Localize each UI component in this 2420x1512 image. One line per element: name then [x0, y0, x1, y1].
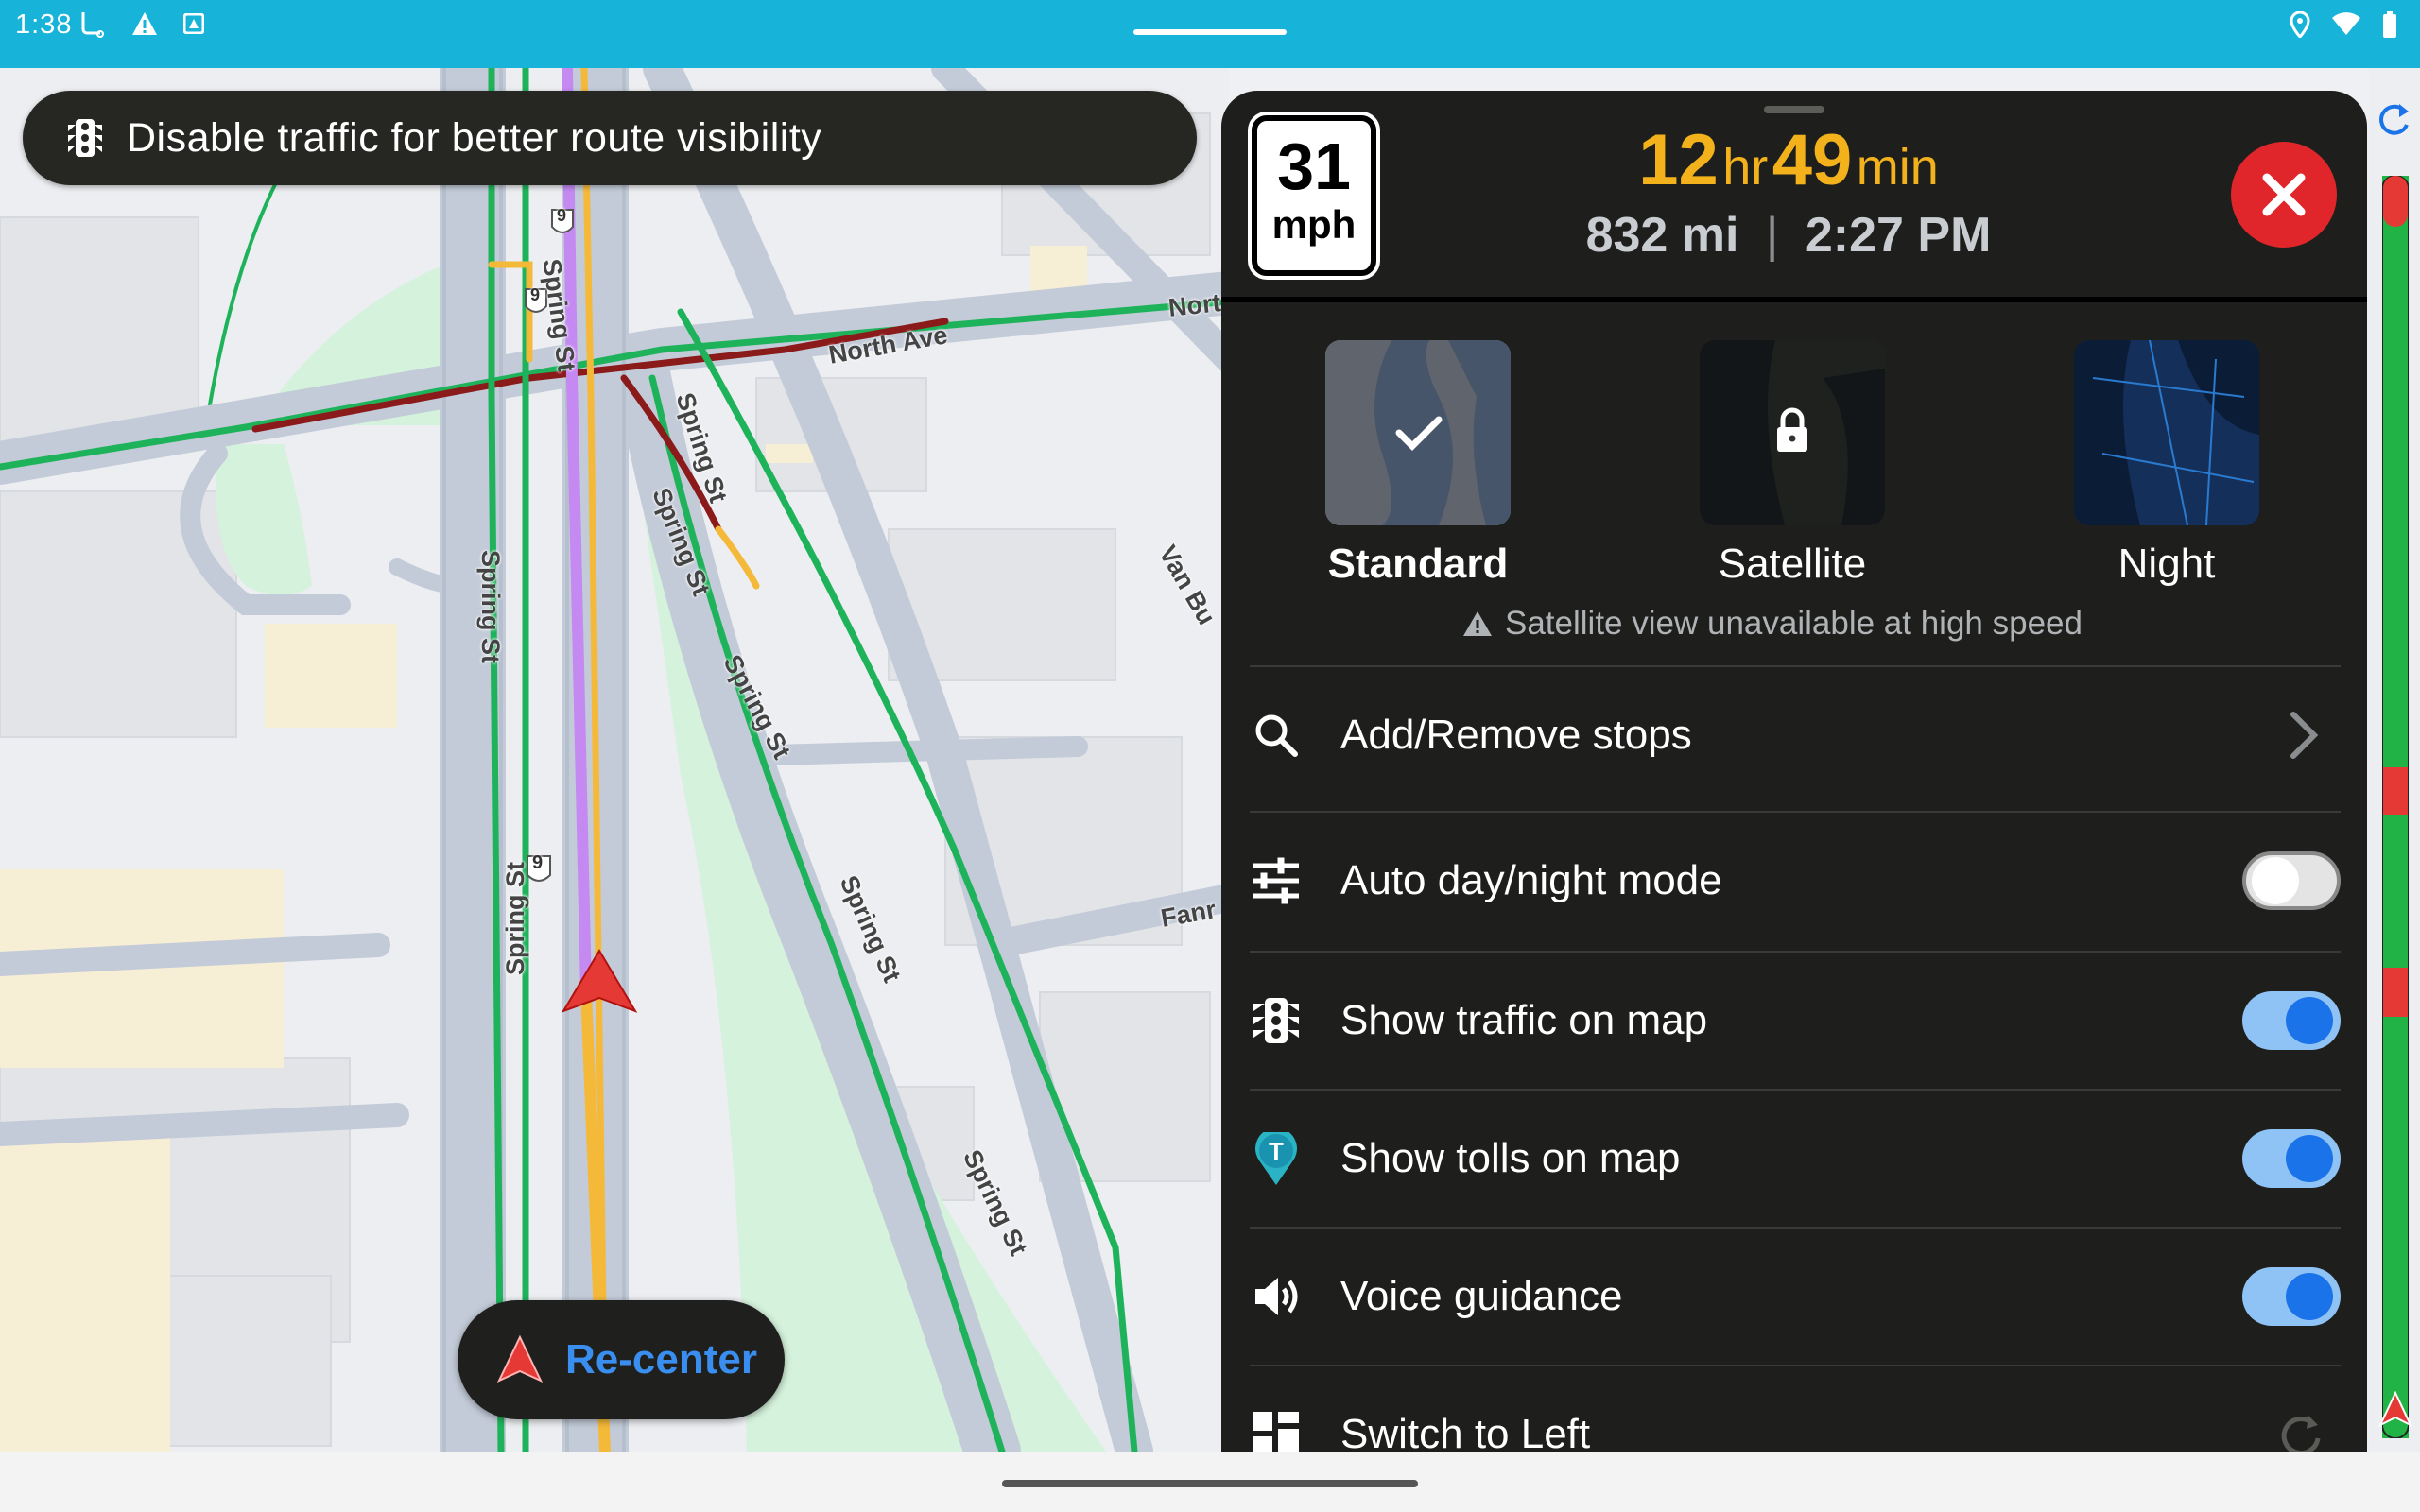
warning-icon: [1463, 611, 1492, 636]
map-style-satellite[interactable]: Satellite: [1651, 340, 1934, 588]
toll-icon: T: [1255, 1132, 1297, 1185]
speed-value: 31: [1277, 129, 1351, 203]
duration-minutes: 49: [1772, 120, 1853, 200]
traffic-banner[interactable]: Disable traffic for better route visibil…: [23, 91, 1197, 185]
map-style-night[interactable]: Night: [2025, 340, 2308, 588]
add-remove-stops-row[interactable]: Add/Remove stops: [1250, 665, 2341, 803]
trip-separator: |: [1765, 208, 1779, 263]
duration-minutes-unit: min: [1856, 139, 1939, 196]
toggle-knob: [2286, 997, 2333, 1044]
map-style-label: Night: [2118, 541, 2216, 587]
toggle-knob: [2286, 1273, 2333, 1320]
street-label: Spring St: [501, 862, 529, 975]
route-shield-label: 9: [557, 206, 567, 225]
satellite-thumbnail: [1700, 340, 1885, 525]
progress-segment: [2383, 968, 2408, 1017]
map-style-standard[interactable]: Standard: [1276, 340, 1560, 588]
traffic-banner-text: Disable traffic for better route visibil…: [127, 114, 822, 161]
voice-guidance-row[interactable]: Voice guidance: [1250, 1227, 2341, 1365]
show-traffic-toggle[interactable]: [2242, 991, 2341, 1050]
map-canvas: [0, 68, 1229, 1452]
map-view[interactable]: Spring St Spring St Spring St Spring St …: [0, 68, 1229, 1452]
duration-hours: 12: [1638, 120, 1719, 200]
app-notification-icon: [183, 13, 204, 34]
trip-details: 832 mi | 2:27 PM: [1562, 207, 2015, 264]
traffic-light-icon: [68, 119, 102, 157]
accessibility-icon: [81, 12, 104, 38]
show-tolls-row[interactable]: T Show tolls on map: [1250, 1089, 2341, 1227]
switch-layout-row[interactable]: Switch to Left: [1250, 1365, 2341, 1452]
wifi-icon: [2332, 12, 2360, 36]
warning-icon: [132, 12, 157, 35]
status-time: 1:38: [15, 9, 73, 40]
recenter-label: Re-center: [565, 1336, 757, 1383]
panel-drag-handle[interactable]: [1764, 106, 1824, 113]
route-progress-bar: [2382, 176, 2409, 1438]
progress-segment: [2383, 176, 2408, 227]
duration-hours-unit: hr: [1722, 139, 1769, 196]
position-marker-icon: [2377, 1391, 2413, 1428]
show-tolls-toggle[interactable]: [2242, 1129, 2341, 1188]
auto-day-night-toggle[interactable]: [2242, 851, 2341, 910]
trip-duration: 12 hr 49 min: [1562, 119, 2015, 201]
traffic-light-icon: [1253, 998, 1299, 1043]
layout-icon: [1253, 1412, 1299, 1452]
satellite-warning-text: Satellite view unavailable at high speed: [1505, 605, 2083, 642]
location-icon: [2290, 11, 2310, 38]
panel-divider: [1221, 297, 2367, 302]
auto-day-night-row[interactable]: Auto day/night mode: [1250, 811, 2341, 949]
standard-thumbnail: [1325, 340, 1511, 525]
close-icon: [2262, 173, 2306, 216]
navigation-arrow-icon: [496, 1334, 544, 1383]
arrival-time: 2:27 PM: [1805, 208, 1992, 263]
map-style-label: Satellite: [1718, 541, 1867, 587]
setting-label: Show traffic on map: [1340, 997, 1708, 1043]
trip-distance: 832 mi: [1585, 208, 1739, 263]
rotate-icon: [2281, 1416, 2321, 1452]
satellite-warning: Satellite view unavailable at high speed: [1461, 605, 2218, 643]
svg-text:T: T: [1269, 1137, 1284, 1165]
volume-icon: [1255, 1278, 1298, 1315]
status-bar: 1:38: [0, 0, 2420, 68]
speed-unit: mph: [1271, 202, 1357, 247]
route-shield-label: 9: [530, 285, 541, 304]
battery-icon: [2383, 11, 2396, 38]
toggle-knob: [2286, 1135, 2333, 1182]
status-handle[interactable]: [1133, 29, 1287, 35]
street-label: Nort: [1167, 288, 1222, 322]
map-style-label: Standard: [1327, 541, 1509, 587]
show-traffic-row[interactable]: Show traffic on map: [1250, 951, 2341, 1089]
home-gesture-handle[interactable]: [1002, 1480, 1418, 1487]
eta-summary: 12 hr 49 min 832 mi | 2:27 PM: [1562, 119, 2015, 264]
street-label: Spring St: [476, 550, 505, 663]
setting-label: Add/Remove stops: [1340, 712, 1692, 758]
recenter-button[interactable]: Re-center: [458, 1300, 785, 1419]
setting-label: Switch to Left: [1340, 1411, 1591, 1452]
setting-label: Show tolls on map: [1340, 1135, 1681, 1181]
chevron-right-icon: [2290, 712, 2319, 759]
setting-label: Voice guidance: [1340, 1273, 1623, 1319]
search-icon: [1255, 714, 1298, 757]
route-shield-label: 9: [532, 852, 544, 873]
voice-guidance-toggle[interactable]: [2242, 1267, 2341, 1326]
setting-label: Auto day/night mode: [1340, 857, 1722, 903]
night-thumbnail: [2074, 340, 2259, 525]
toggle-knob: [2252, 857, 2299, 904]
refresh-icon[interactable]: [2369, 93, 2420, 149]
close-button[interactable]: [2231, 142, 2337, 248]
lock-icon: [1777, 407, 1807, 452]
speed-limit-sign: 31 mph: [1252, 115, 1376, 276]
route-options-panel: 31 mph 12 hr 49 min 832 mi | 2:27 PM Sta…: [1221, 91, 2367, 1452]
checkmark-icon: [1395, 416, 1443, 451]
progress-segment: [2383, 767, 2408, 815]
system-navigation-bar: [0, 1452, 2420, 1512]
tune-icon: [1253, 857, 1299, 904]
